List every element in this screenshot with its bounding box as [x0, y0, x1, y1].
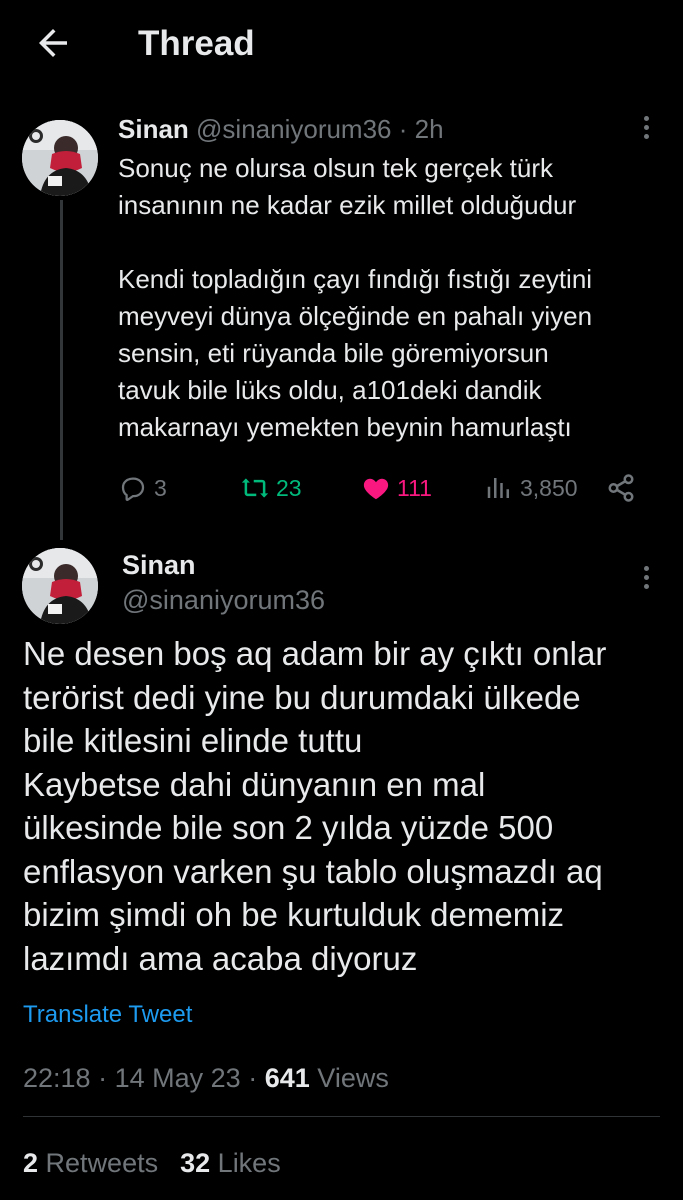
page-title: Thread [138, 24, 255, 63]
main-tweet-text: Ne desen boş aq adam bir ay çıktı onlar … [23, 635, 607, 977]
retweets-label: Retweets [45, 1148, 159, 1178]
views-count: 641 [264, 1063, 310, 1093]
translate-tweet-link[interactable]: Translate Tweet [23, 999, 192, 1031]
retweet-icon [241, 478, 269, 498]
likes-stat[interactable]: 32 Likes [180, 1148, 281, 1178]
tweet-time[interactable]: 2h [415, 114, 444, 144]
parent-tweet-text: Sonuç ne olursa olsun tek gerçek türk in… [118, 153, 593, 442]
view-count: 3,850 [520, 474, 578, 501]
reply-icon [121, 477, 145, 502]
separator-dot: · [98, 1063, 108, 1093]
tweet-date[interactable]: 14 May 23 [115, 1063, 241, 1093]
back-button[interactable] [32, 22, 74, 64]
retweet-count: 23 [276, 474, 302, 501]
separator-dot: · [248, 1063, 258, 1093]
author-handle[interactable]: @sinaniyorum36 [122, 583, 325, 617]
heart-icon [363, 478, 389, 500]
more-icon [643, 566, 649, 571]
thread-connector-line [60, 200, 63, 540]
reply-button[interactable]: 3 [118, 468, 167, 508]
share-icon [608, 474, 634, 502]
separator-dot: · [398, 114, 408, 144]
share-button[interactable] [606, 468, 642, 508]
avatar[interactable] [22, 120, 98, 196]
more-icon [643, 116, 649, 121]
retweets-stat[interactable]: 2 Retweets [23, 1148, 158, 1178]
top-bar: Thread [0, 0, 683, 90]
retweet-button[interactable]: 23 [240, 468, 302, 508]
likes-label: Likes [217, 1148, 281, 1178]
tweet-metadata: 22:18 · 14 May 23 · 641 Views [23, 1060, 389, 1096]
like-button[interactable]: 111 [361, 468, 432, 508]
more-options-button[interactable] [636, 562, 656, 598]
reply-count: 3 [154, 474, 167, 501]
views-button[interactable]: 3,850 [484, 468, 578, 508]
thread-page: Thread Sinan @sinaniyorum36 · 2h Sonuç n… [0, 0, 683, 1200]
views-label: Views [317, 1063, 389, 1093]
retweets-count: 2 [23, 1148, 39, 1178]
tweet-time[interactable]: 22:18 [23, 1063, 91, 1093]
avatar[interactable] [22, 548, 98, 624]
more-options-button[interactable] [636, 112, 656, 148]
likes-count: 32 [180, 1148, 211, 1178]
back-arrow-icon [39, 29, 67, 57]
engagement-stats: 2 Retweets 32 Likes [23, 1145, 281, 1181]
views-icon [487, 478, 509, 498]
author-name[interactable]: Sinan [122, 548, 196, 582]
divider [23, 1116, 660, 1117]
parent-tweet-actions: 3 23 111 3,850 [118, 468, 648, 508]
parent-tweet-header: Sinan @sinaniyorum36 · 2h [118, 112, 444, 146]
author-name[interactable]: Sinan [118, 114, 189, 144]
like-count: 111 [397, 474, 432, 501]
author-handle[interactable]: @sinaniyorum36 [196, 114, 391, 144]
